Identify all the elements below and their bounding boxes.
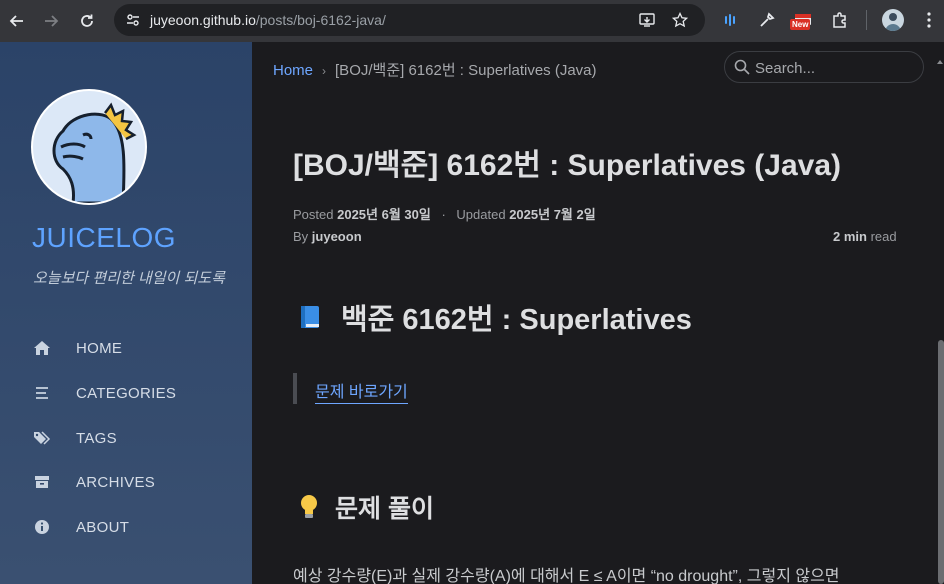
reload-icon — [81, 14, 93, 27]
page-scrollbar[interactable] — [936, 42, 944, 584]
read-label: read — [870, 229, 897, 244]
install-app-icon[interactable] — [638, 10, 658, 30]
breadcrumb-current: [BOJ/백준] 6162번 : Superlatives (Java) — [335, 62, 597, 79]
updated-date: 2025년 7월 2일 — [509, 207, 596, 222]
url-path: /posts/boj-6162-java/ — [255, 12, 386, 28]
profile-avatar-icon[interactable] — [882, 9, 904, 31]
search-input[interactable] — [755, 58, 915, 78]
light-bulb-icon — [301, 495, 317, 518]
post-title: [BOJ/백준] 6162번 : Superlatives (Java) — [293, 149, 842, 182]
address-bar[interactable]: juyeoon.github.io/posts/boj-6162-java/ — [114, 4, 705, 36]
toolbar-divider — [866, 10, 867, 30]
sidebar-item-label: CATEGORIES — [76, 384, 177, 402]
site-info-icon[interactable] — [122, 10, 144, 30]
sidebar-item-home[interactable]: HOME — [32, 336, 122, 360]
posted-label: Posted — [293, 207, 334, 222]
subsection-heading-text: 문제 풀이 — [335, 495, 434, 523]
breadcrumb-home-link[interactable]: Home — [273, 62, 313, 79]
home-icon — [32, 338, 52, 358]
back-button[interactable] — [0, 4, 34, 38]
post-author: By juyeoon — [293, 229, 362, 244]
browser-toolbar: juyeoon.github.io/posts/boj-6162-java/ N… — [0, 0, 944, 42]
section-heading: 백준 6162번 : Superlatives — [297, 296, 692, 338]
url-text[interactable]: juyeoon.github.io/posts/boj-6162-java/ — [150, 12, 386, 28]
url-host: juyeoon.github.io — [150, 12, 256, 28]
extensions-puzzle-icon[interactable] — [828, 8, 852, 32]
breadcrumb: Home › [BOJ/백준] 6162번 : Superlatives (Java… — [273, 59, 597, 80]
posted-date: 2025년 6월 30일 — [337, 207, 431, 222]
sidebar: JUICELOG 오늘보다 편리한 내일이 되도록 HOME CATEGORIE… — [0, 42, 252, 584]
color-picker-icon[interactable] — [755, 8, 779, 32]
scroll-up-arrow-icon[interactable] — [937, 60, 943, 64]
list-icon — [32, 383, 52, 403]
sidebar-item-archives[interactable]: ARCHIVES — [32, 470, 155, 494]
sidebar-item-tags[interactable]: TAGS — [32, 426, 117, 450]
subsection-heading: 문제 풀이 — [299, 489, 434, 525]
chevron-right-icon: › — [322, 64, 327, 78]
dinosaur-logo-icon — [33, 91, 145, 203]
site-title[interactable]: JUICELOG — [32, 222, 176, 254]
read-time: 2 min read — [833, 229, 897, 244]
forward-button[interactable] — [34, 4, 68, 38]
sidebar-item-categories[interactable]: CATEGORIES — [32, 381, 176, 405]
site-subtitle: 오늘보다 편리한 내일이 되도록 — [33, 270, 225, 287]
extension-sound-icon[interactable] — [720, 8, 744, 32]
tags-icon — [32, 428, 52, 448]
by-label: By — [293, 229, 309, 244]
sidebar-item-label: ARCHIVES — [76, 473, 156, 491]
search-box[interactable] — [724, 51, 924, 83]
problem-link[interactable]: 문제 바로가기 — [315, 378, 408, 404]
info-icon — [32, 517, 52, 537]
blue-book-icon — [301, 306, 319, 328]
section-heading-text: 백준 6162번 : Superlatives — [341, 304, 692, 336]
archive-icon — [32, 472, 52, 492]
back-arrow-icon — [9, 15, 23, 27]
dot-separator: · — [441, 207, 446, 222]
sidebar-item-label: ABOUT — [76, 518, 130, 536]
forward-arrow-icon — [45, 15, 59, 27]
bookmark-star-icon[interactable] — [670, 10, 690, 30]
scrollbar-thumb[interactable] — [938, 340, 944, 584]
blockquote-bar — [293, 373, 297, 404]
topbar: Home › [BOJ/백준] 6162번 : Superlatives (Java… — [252, 42, 944, 94]
read-time-value: 2 min — [833, 229, 867, 244]
sidebar-item-label: TAGS — [76, 429, 117, 447]
new-badge: New — [790, 19, 811, 30]
sidebar-item-label: HOME — [76, 339, 123, 357]
browser-menu-icon[interactable] — [917, 8, 941, 32]
site-avatar[interactable] — [31, 89, 147, 205]
updated-label: Updated — [456, 207, 506, 222]
author-name[interactable]: juyeoon — [312, 229, 362, 244]
reload-button[interactable] — [70, 4, 104, 38]
post-paragraph: 예상 강수량(E)과 실제 강수량(A)에 대해서 E ≤ A이면 “no dr… — [293, 568, 840, 584]
sidebar-item-about[interactable]: ABOUT — [32, 515, 129, 539]
search-icon — [734, 59, 750, 75]
post-dates: Posted 2025년 6월 30일 · Updated 2025년 7월 2… — [293, 204, 596, 223]
